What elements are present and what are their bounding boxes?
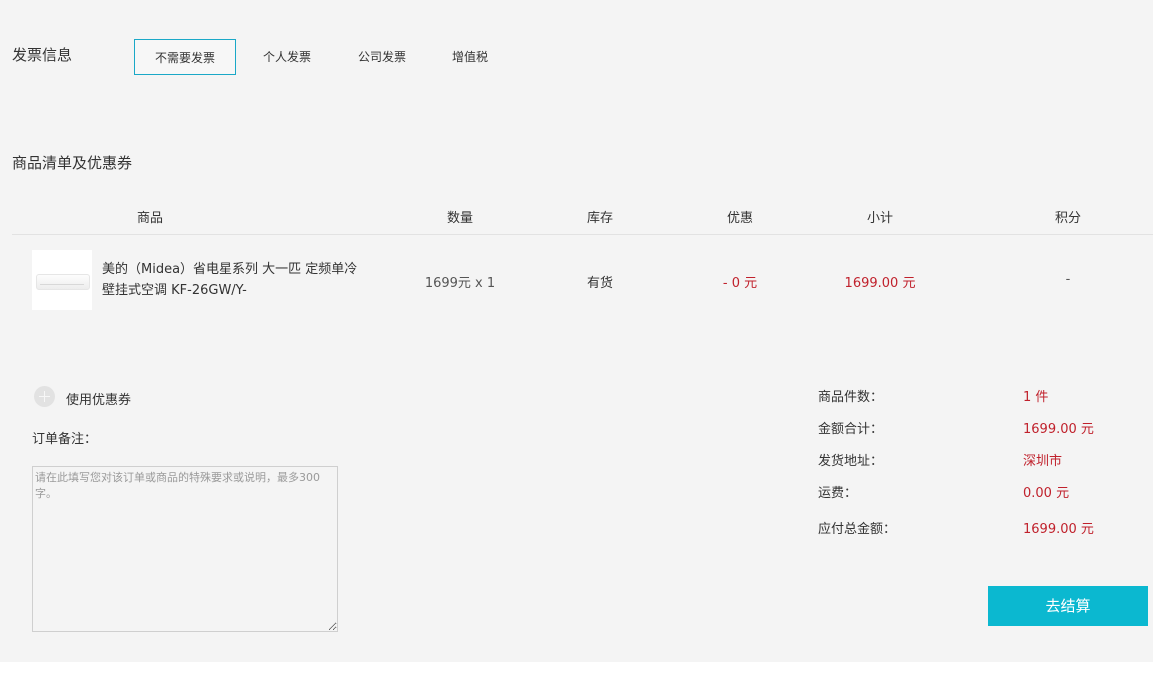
product-quantity: 1699元 x 1 xyxy=(424,276,496,291)
table-divider xyxy=(12,234,1153,235)
column-product: 商品 xyxy=(136,211,163,226)
invoice-option-vat[interactable]: 增值税 xyxy=(438,39,502,75)
product-points: - xyxy=(1065,272,1071,287)
column-points: 积分 xyxy=(1054,211,1081,226)
add-coupon-icon[interactable] xyxy=(34,386,55,407)
remark-textarea[interactable] xyxy=(32,466,338,632)
invoice-option-personal[interactable]: 个人发票 xyxy=(248,39,326,75)
invoice-title: 发票信息 xyxy=(12,46,73,64)
summary-total-value: 1699.00 元 xyxy=(1023,422,1094,437)
column-subtotal: 小计 xyxy=(866,211,893,226)
summary-total-label: 金额合计： xyxy=(818,422,884,437)
invoice-option-none[interactable]: 不需要发票 xyxy=(134,39,236,75)
product-image[interactable] xyxy=(32,250,92,310)
column-discount: 优惠 xyxy=(726,211,753,226)
summary-payable-value: 1699.00 元 xyxy=(1023,522,1094,537)
air-conditioner-vent xyxy=(40,284,84,285)
product-discount: - 0 元 xyxy=(722,276,758,291)
order-panel: 发票信息 不需要发票 个人发票 公司发票 增值税 商品清单及优惠券 商品 数量 … xyxy=(0,0,1153,662)
summary-item-count-label: 商品件数： xyxy=(818,390,884,405)
summary-payable-label: 应付总金额： xyxy=(818,522,897,537)
summary-shipping-value: 0.00 元 xyxy=(1023,486,1070,501)
summary-ship-from-label: 发货地址： xyxy=(818,454,884,469)
use-coupon-link[interactable]: 使用优惠券 xyxy=(66,389,131,408)
product-list-title: 商品清单及优惠券 xyxy=(12,154,133,172)
column-quantity: 数量 xyxy=(446,211,473,226)
checkout-button[interactable]: 去结算 xyxy=(988,586,1148,626)
invoice-option-company[interactable]: 公司发票 xyxy=(343,39,421,75)
air-conditioner-icon xyxy=(36,274,90,290)
product-subtotal: 1699.00 元 xyxy=(844,276,916,291)
column-stock: 库存 xyxy=(586,211,613,226)
remark-label: 订单备注： xyxy=(32,432,98,447)
product-name[interactable]: 美的（Midea）省电星系列 大一匹 定频单冷 壁挂式空调 KF-26GW/Y- xyxy=(102,259,362,301)
summary-item-count-value: 1 件 xyxy=(1023,390,1049,405)
product-stock: 有货 xyxy=(586,276,613,291)
summary-shipping-label: 运费： xyxy=(818,486,858,501)
summary-ship-from-value: 深圳市 xyxy=(1023,454,1063,469)
